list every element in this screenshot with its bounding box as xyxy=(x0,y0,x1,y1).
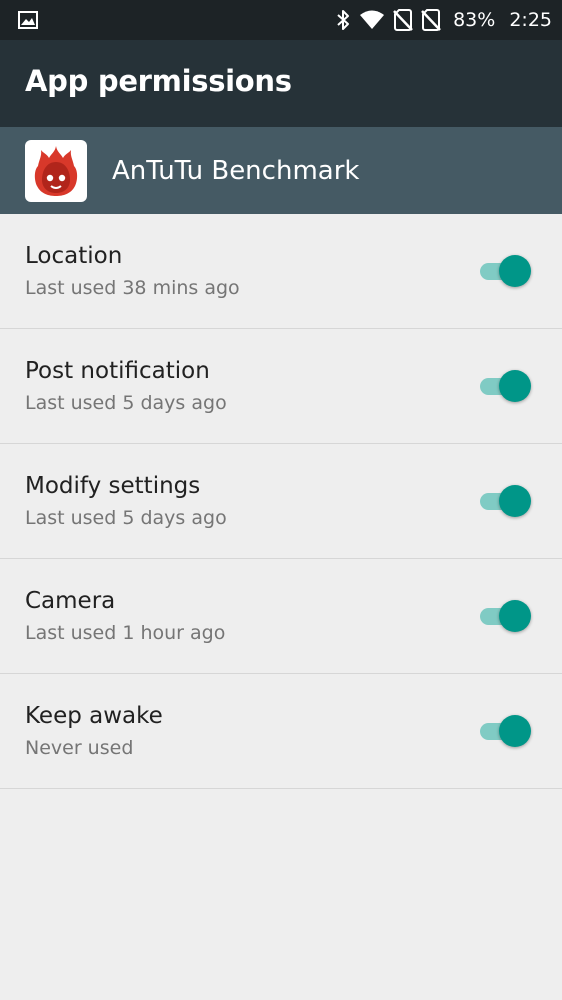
location-toggle[interactable] xyxy=(478,254,532,288)
permission-title: Post notification xyxy=(25,358,210,384)
toggle-thumb xyxy=(499,485,531,517)
status-bar: 83% 2:25 xyxy=(0,0,562,40)
permission-list: Location Last used 38 mins ago Post noti… xyxy=(0,214,562,789)
modify-settings-toggle[interactable] xyxy=(478,484,532,518)
permission-title: Camera xyxy=(25,588,116,614)
wifi-icon xyxy=(359,10,385,30)
clock: 2:25 xyxy=(509,9,552,31)
no-sim-icon xyxy=(421,9,442,31)
app-header: AnTuTu Benchmark xyxy=(0,127,562,214)
permission-title: Location xyxy=(25,243,123,269)
permission-last-used: Last used 38 mins ago xyxy=(25,277,240,299)
permission-row-keep-awake[interactable]: Keep awake Never used xyxy=(0,674,562,789)
post-notification-toggle[interactable] xyxy=(478,369,532,403)
permission-row-modify-settings[interactable]: Modify settings Last used 5 days ago xyxy=(0,444,562,559)
permission-row-camera[interactable]: Camera Last used 1 hour ago xyxy=(0,559,562,674)
permission-row-post-notification[interactable]: Post notification Last used 5 days ago xyxy=(0,329,562,444)
permission-title: Keep awake xyxy=(25,703,163,729)
image-notification-icon xyxy=(18,11,38,29)
camera-toggle[interactable] xyxy=(478,599,532,633)
page-title: App permissions xyxy=(25,64,292,98)
toggle-thumb xyxy=(499,370,531,402)
permission-last-used: Last used 5 days ago xyxy=(25,507,227,529)
permission-last-used: Last used 5 days ago xyxy=(25,392,227,414)
no-sim-icon xyxy=(393,9,414,31)
app-bar: App permissions xyxy=(0,40,562,127)
permission-row-location[interactable]: Location Last used 38 mins ago xyxy=(0,214,562,329)
toggle-thumb xyxy=(499,715,531,747)
antutu-logo-icon xyxy=(25,140,87,202)
keep-awake-toggle[interactable] xyxy=(478,714,532,748)
bluetooth-icon xyxy=(335,9,351,31)
toggle-thumb xyxy=(499,600,531,632)
toggle-thumb xyxy=(499,255,531,287)
battery-percent: 83% xyxy=(453,9,496,31)
status-icons: 83% 2:25 xyxy=(335,0,552,40)
app-name: AnTuTu Benchmark xyxy=(112,156,360,186)
permission-title: Modify settings xyxy=(25,473,201,499)
permission-last-used: Last used 1 hour ago xyxy=(25,622,226,644)
permission-last-used: Never used xyxy=(25,737,134,759)
